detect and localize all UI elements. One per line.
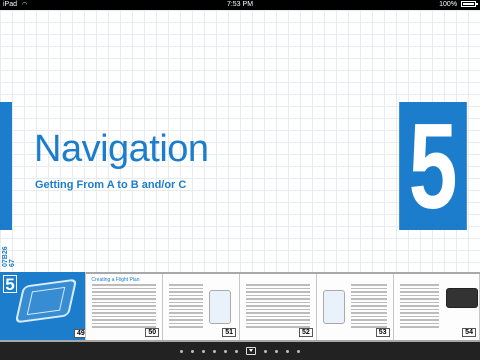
thumbnail-page-51[interactable]: 51 <box>163 274 240 340</box>
thumbnail-strip[interactable]: 5 49 Creating a Flight Plan 50 51 52 53 <box>0 272 480 342</box>
page-dot[interactable] <box>264 349 267 353</box>
page-dot[interactable] <box>202 349 205 353</box>
page-dot[interactable] <box>275 349 278 353</box>
page-number: 51 <box>222 328 236 337</box>
thumbnail-page-49[interactable]: 5 49 <box>0 272 87 340</box>
page-indicator[interactable] <box>0 342 480 360</box>
current-page-marker-icon[interactable] <box>246 347 256 355</box>
page-number: 50 <box>145 328 160 337</box>
screenshot-icon <box>445 288 478 308</box>
thumbnail-page-52[interactable]: 52 <box>239 274 317 340</box>
side-code: 07B26 67 <box>2 246 16 267</box>
text-lines <box>169 284 203 328</box>
page-dot[interactable] <box>224 349 227 353</box>
page-dot[interactable] <box>213 349 216 353</box>
text-lines <box>92 284 157 328</box>
page-number: 49 <box>74 329 86 338</box>
thumbnail-page-53[interactable]: 53 <box>316 274 394 340</box>
battery-percent: 100% <box>439 1 458 8</box>
status-bar: iPad ◠ 7:53 PM 100% <box>0 0 480 10</box>
page-dot[interactable] <box>286 349 289 353</box>
phone-illustration-icon <box>14 278 78 324</box>
page-dot[interactable] <box>191 349 194 353</box>
screenshot-icon <box>322 290 345 324</box>
text-lines <box>399 284 439 328</box>
thumbnail-title: Creating a Flight Plan <box>91 277 140 283</box>
battery-icon <box>461 1 478 7</box>
chapter-page[interactable]: Navigation Getting From A to B and/or C … <box>0 10 480 272</box>
page-dot[interactable] <box>297 349 300 353</box>
clock: 7:53 PM <box>226 1 254 8</box>
chapter-number-icon: 5 <box>3 275 17 294</box>
chapter-number: 5 <box>399 102 467 230</box>
chapter-subtitle: Getting From A to B and/or C <box>35 179 187 191</box>
left-accent-bar <box>0 102 12 230</box>
page-number: 53 <box>375 328 390 337</box>
battery-status: 100% <box>439 0 478 10</box>
page-number: 52 <box>298 328 313 337</box>
text-lines <box>350 284 387 328</box>
text-lines <box>245 284 310 328</box>
screenshot-icon <box>209 290 232 324</box>
thumbnail-page-50[interactable]: Creating a Flight Plan 50 <box>86 274 164 340</box>
page-number: 54 <box>462 328 476 337</box>
chapter-title: Navigation <box>34 128 209 170</box>
thumbnail-page-54[interactable]: 54 <box>393 274 480 340</box>
page-dot[interactable] <box>180 349 183 353</box>
page-dot[interactable] <box>235 349 238 353</box>
